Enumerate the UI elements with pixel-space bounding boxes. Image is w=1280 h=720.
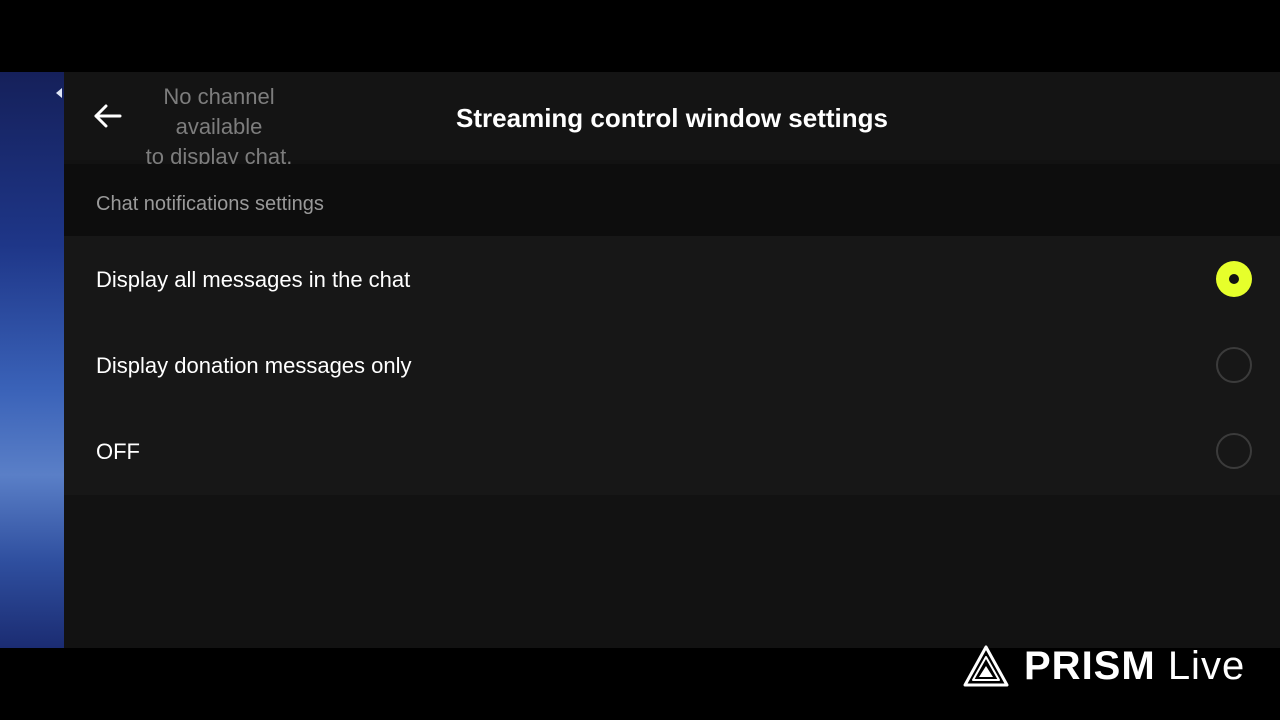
option-label: Display all messages in the chat [96,267,411,292]
radio-unselected[interactable] [1216,433,1252,469]
section-header: Chat notifications settings [64,164,1280,236]
no-channel-message: No channel available to display chat. [145,84,293,169]
option-display-all-messages[interactable]: Display all messages in the chat [64,237,1280,323]
back-button[interactable] [90,98,126,134]
radio-unselected[interactable] [1216,347,1252,383]
collapse-arrow-icon [56,88,62,98]
arrow-left-icon [94,104,122,128]
radio-dot [1229,274,1239,284]
option-off[interactable]: OFF [64,409,1280,495]
stream-view: Streaming control window settings No cha… [0,72,1280,648]
chat-notification-options: Display all messages in the chat Display… [64,236,1280,495]
watermark-suffix: Live [1167,643,1246,688]
app-frame: Streaming control window settings No cha… [0,0,1280,720]
radio-selected[interactable] [1216,261,1252,297]
watermark-brand: PRISM [1024,643,1156,688]
camera-preview [0,72,64,648]
section-label: Chat notifications settings [96,193,324,215]
watermark-text: PRISM Live [1024,644,1245,689]
option-donation-messages-only[interactable]: Display donation messages only [64,323,1280,409]
prism-logo-icon [963,645,1009,687]
option-label: Display donation messages only [96,353,412,378]
settings-panel: Streaming control window settings No cha… [64,72,1280,648]
prism-live-watermark: PRISM Live [962,640,1245,692]
settings-header: Streaming control window settings No cha… [64,72,1280,169]
option-label: OFF [96,439,140,464]
